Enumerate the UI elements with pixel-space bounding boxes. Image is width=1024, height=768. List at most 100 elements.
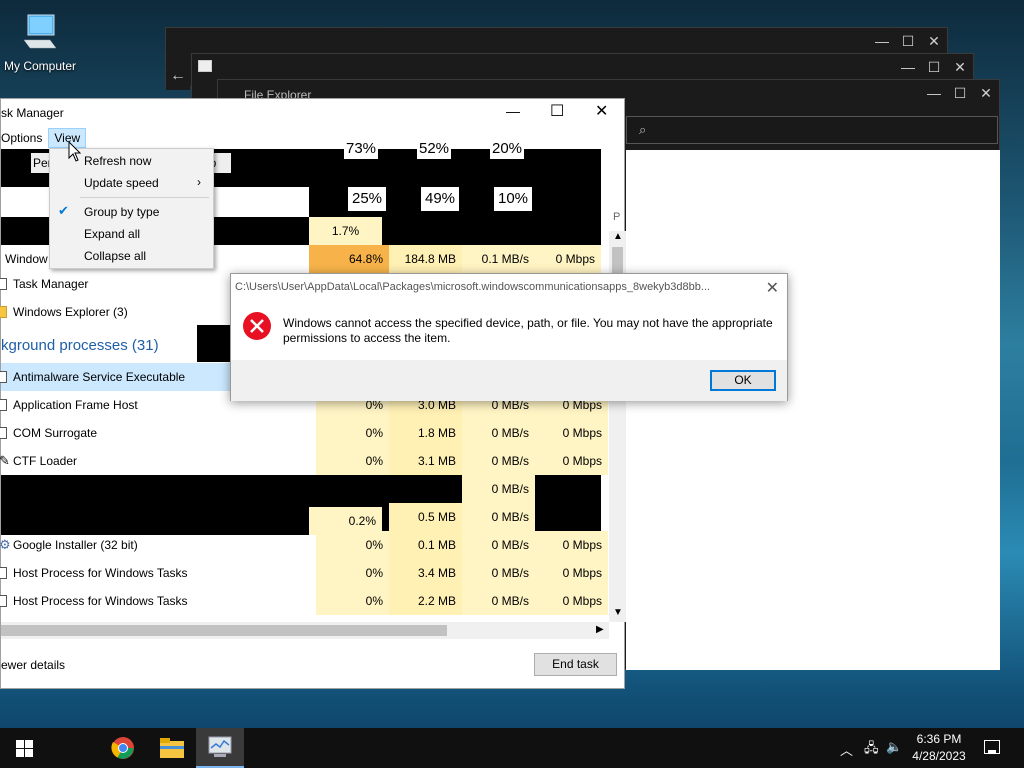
ok-button[interactable]: OK bbox=[710, 370, 776, 391]
minimize-icon[interactable]: — bbox=[869, 28, 895, 54]
scroll-right-icon[interactable]: ▶ bbox=[596, 624, 604, 635]
table-row[interactable]: Host Process for Windows Tasks 0% 2.2 MB… bbox=[0, 587, 608, 615]
chrome-icon[interactable] bbox=[111, 736, 135, 760]
clock-time[interactable]: 6:36 PM bbox=[916, 732, 962, 746]
table-row[interactable]: ⚙ Google Installer (32 bit) 0% 0.1 MB 0 … bbox=[0, 531, 608, 559]
network-cell: 0 Mbps bbox=[535, 559, 608, 587]
close-icon[interactable]: ✕ bbox=[921, 28, 947, 54]
app-icon bbox=[0, 278, 7, 290]
window-title: sk Manager bbox=[1, 106, 64, 120]
group-heading[interactable]: kground processes (31) bbox=[1, 337, 159, 354]
back-arrow-icon[interactable]: ← bbox=[166, 62, 190, 90]
header-percent-top: 73% bbox=[344, 139, 378, 159]
app-icon bbox=[0, 371, 7, 383]
maximize-icon[interactable]: ☐ bbox=[947, 80, 973, 106]
horizontal-scrollbar[interactable]: ▶ bbox=[1, 622, 609, 639]
app-icon bbox=[0, 595, 7, 607]
minimize-icon[interactable]: — bbox=[506, 103, 520, 119]
cpu-cell: 0% bbox=[316, 447, 389, 475]
memory-cell: 3.4 MB bbox=[389, 559, 462, 587]
menu-options[interactable]: Options bbox=[1, 128, 48, 150]
close-icon[interactable]: ✕ bbox=[595, 101, 608, 121]
scroll-thumb[interactable] bbox=[1, 625, 447, 636]
menu-item-update-speed[interactable]: Update speed bbox=[84, 176, 159, 190]
checkmark-icon: ✔ bbox=[58, 203, 69, 218]
memory-cell: 0.5 MB bbox=[389, 503, 462, 531]
cpu-cell: 64.8% bbox=[309, 245, 389, 273]
pen-icon: ✎ bbox=[0, 453, 10, 468]
scroll-up-icon[interactable]: ▲ bbox=[613, 231, 623, 242]
end-task-button[interactable]: End task bbox=[534, 653, 617, 676]
notification-icon[interactable] bbox=[984, 740, 1000, 754]
disk-cell: 0 MB/s bbox=[462, 503, 535, 531]
network-cell: 0 Mbps bbox=[535, 419, 608, 447]
process-name: CTF Loader bbox=[13, 454, 78, 468]
scroll-down-icon[interactable]: ▼ bbox=[613, 607, 623, 618]
maximize-icon[interactable]: ☐ bbox=[550, 101, 564, 121]
app-icon bbox=[0, 567, 7, 579]
network-cell: 0 Mbps bbox=[535, 245, 601, 273]
tab-fragment-left[interactable]: Per bbox=[31, 153, 52, 173]
disk-cell: 0 MB/s bbox=[462, 559, 535, 587]
cpu-cell: 0% bbox=[316, 587, 389, 615]
view-menu-dropdown: Refresh now Update speed › ✔ Group by ty… bbox=[49, 148, 214, 269]
computer-icon bbox=[23, 14, 57, 49]
memory-cell: 3.1 MB bbox=[389, 447, 462, 475]
network-cell: 0 Mbps bbox=[535, 587, 608, 615]
network-cell: 0 Mbps bbox=[535, 447, 608, 475]
maximize-icon[interactable]: ☐ bbox=[921, 54, 947, 80]
close-icon[interactable]: ✕ bbox=[766, 278, 779, 298]
desktop-icon-label: My Computer bbox=[3, 59, 77, 73]
process-name: Windows Explorer (3) bbox=[13, 305, 128, 319]
disk-cell: 0.1 MB/s bbox=[462, 245, 535, 273]
volume-icon[interactable]: 🔈 bbox=[886, 739, 902, 755]
menu-item-group-by-type[interactable]: Group by type bbox=[84, 205, 159, 219]
table-row[interactable]: ✎ CTF Loader 0% 3.1 MB 0 MB/s 0 Mbps bbox=[0, 447, 608, 475]
window-app-icon bbox=[198, 60, 212, 72]
file-explorer-content bbox=[626, 150, 1000, 670]
process-name: COM Surrogate bbox=[13, 426, 98, 440]
minimize-icon[interactable]: — bbox=[895, 54, 921, 80]
network-cell: 0 Mbps bbox=[535, 531, 608, 559]
menu-separator bbox=[80, 197, 209, 198]
disk-percent-header[interactable]: 10% bbox=[494, 187, 532, 211]
fewer-details-link[interactable]: ewer details bbox=[1, 658, 65, 672]
close-icon[interactable]: ✕ bbox=[973, 80, 999, 106]
chevron-up-icon[interactable]: ︿ bbox=[840, 740, 853, 759]
windows-start-icon[interactable] bbox=[16, 740, 33, 757]
network-icon[interactable]: 🖧 bbox=[864, 739, 879, 761]
table-row[interactable]: COM Surrogate 0% 1.8 MB 0 MB/s 0 Mbps bbox=[0, 419, 608, 447]
task-manager-icon bbox=[208, 736, 232, 757]
disk-cell: 0 MB/s bbox=[462, 475, 535, 503]
taskbar: ︿ 🖧 🔈 6:36 PM 4/28/2023 bbox=[0, 728, 1024, 768]
menu-item-expand-all[interactable]: Expand all bbox=[84, 227, 140, 241]
close-icon[interactable]: ✕ bbox=[947, 54, 973, 80]
cpu-cell: 0% bbox=[316, 419, 389, 447]
dialog-message: Windows cannot access the specified devi… bbox=[283, 316, 773, 345]
table-row[interactable]: Host Process for Windows Tasks 0% 3.4 MB… bbox=[0, 559, 608, 587]
cpu-percent-header[interactable]: 25% bbox=[348, 187, 386, 211]
taskbar-task-manager-button[interactable] bbox=[196, 728, 244, 768]
dialog-caption: C:\Users\User\AppData\Local\Packages\mic… bbox=[235, 281, 711, 293]
chevron-right-icon: › bbox=[197, 175, 201, 189]
menu-item-refresh-now[interactable]: Refresh now bbox=[84, 154, 151, 168]
clock-date[interactable]: 4/28/2023 bbox=[910, 749, 968, 763]
menu-item-collapse-all[interactable]: Collapse all bbox=[84, 249, 146, 263]
title-bar: sk Manager — ☐ ✕ bbox=[1, 99, 624, 127]
desktop-icon-my-computer[interactable]: My Computer bbox=[0, 8, 80, 78]
search-input[interactable]: ⌕ bbox=[626, 116, 998, 144]
file-explorer-icon[interactable] bbox=[160, 737, 184, 759]
process-name: Host Process for Windows Tasks bbox=[13, 566, 188, 580]
process-name: Antimalware Service Executable bbox=[13, 370, 186, 384]
folder-icon bbox=[0, 306, 7, 318]
memory-percent-header[interactable]: 49% bbox=[421, 187, 459, 211]
disk-cell: 0 MB/s bbox=[462, 587, 535, 615]
process-name: Task Manager bbox=[13, 277, 89, 291]
maximize-icon[interactable]: ☐ bbox=[895, 28, 921, 54]
cpu-cell: 0% bbox=[316, 531, 389, 559]
disk-cell: 0 MB/s bbox=[462, 419, 535, 447]
error-dialog[interactable]: C:\Users\User\AppData\Local\Packages\mic… bbox=[230, 273, 788, 401]
process-name: Host Process for Windows Tasks bbox=[13, 594, 188, 608]
disk-cell: 0 MB/s bbox=[462, 447, 535, 475]
minimize-icon[interactable]: — bbox=[921, 80, 947, 106]
